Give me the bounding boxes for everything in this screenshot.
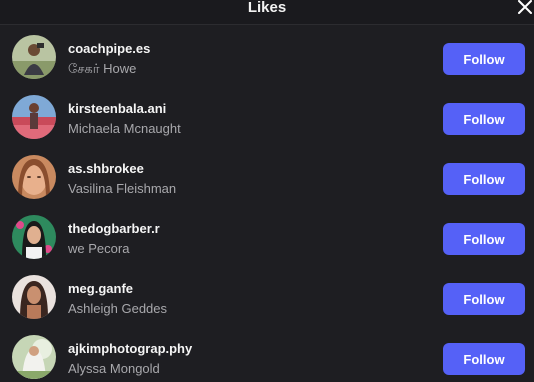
list-item: ajkimphotograp.phy Alyssa Mongold Follow bbox=[0, 325, 534, 382]
close-icon bbox=[518, 0, 532, 14]
username[interactable]: ajkimphotograp.phy bbox=[68, 341, 192, 357]
dialog-title: Likes bbox=[247, 0, 287, 16]
full-name: we Pecora bbox=[68, 241, 130, 256]
list-item: kirsteenbala.ani Michaela Mcnaught Follo… bbox=[0, 85, 534, 145]
list-item: thedogbarber.r we Pecora Follow bbox=[0, 205, 534, 265]
list-item: meg.ganfe Ashleigh Geddes Follow bbox=[0, 265, 534, 325]
likes-dialog: Likes coachpipe.es சேகர் Howe Follow kir… bbox=[0, 0, 534, 382]
follow-button[interactable]: Follow bbox=[443, 223, 525, 255]
username[interactable]: thedogbarber.r bbox=[68, 221, 160, 237]
follow-button[interactable]: Follow bbox=[443, 43, 525, 75]
close-button[interactable] bbox=[516, 0, 534, 18]
list-item: as.shbrokee Vasilina Fleishman Follow bbox=[0, 145, 534, 205]
dialog-header: Likes bbox=[0, 0, 534, 25]
follow-button[interactable]: Follow bbox=[443, 343, 525, 375]
likes-list: coachpipe.es சேகர் Howe Follow kirsteenb… bbox=[0, 25, 534, 382]
full-name: Vasilina Fleishman bbox=[68, 181, 177, 196]
avatar[interactable] bbox=[12, 215, 56, 259]
username[interactable]: meg.ganfe bbox=[68, 281, 133, 297]
follow-button[interactable]: Follow bbox=[443, 283, 525, 315]
follow-button[interactable]: Follow bbox=[443, 103, 525, 135]
avatar[interactable] bbox=[12, 35, 56, 79]
follow-button[interactable]: Follow bbox=[443, 163, 525, 195]
list-item: coachpipe.es சேகர் Howe Follow bbox=[0, 25, 534, 85]
avatar[interactable] bbox=[12, 155, 56, 199]
full-name: Michaela Mcnaught bbox=[68, 121, 181, 136]
full-name: சேகர் Howe bbox=[68, 61, 137, 76]
avatar[interactable] bbox=[12, 335, 56, 379]
full-name: Alyssa Mongold bbox=[68, 361, 160, 376]
avatar[interactable] bbox=[12, 275, 56, 319]
avatar[interactable] bbox=[12, 95, 56, 139]
full-name: Ashleigh Geddes bbox=[68, 301, 168, 316]
username[interactable]: coachpipe.es bbox=[68, 41, 150, 57]
username[interactable]: kirsteenbala.ani bbox=[68, 101, 166, 117]
username[interactable]: as.shbrokee bbox=[68, 161, 144, 177]
